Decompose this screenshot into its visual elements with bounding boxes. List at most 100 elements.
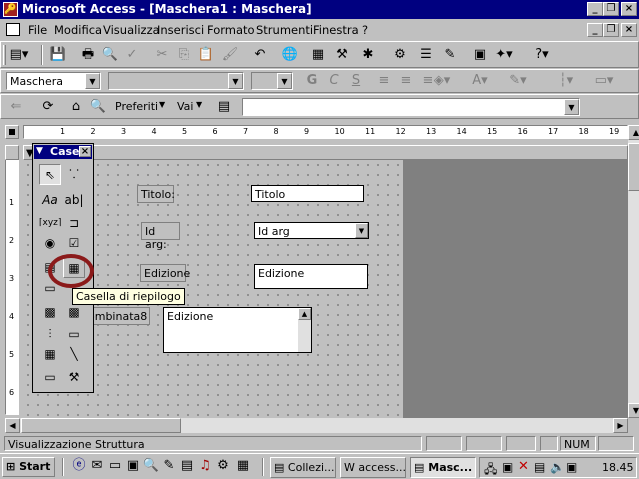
more-controls-icon[interactable]: ⚒ — [63, 367, 85, 388]
select-objects-icon[interactable]: ⇖ — [39, 164, 61, 185]
option-button-icon[interactable]: ◉ — [39, 233, 61, 254]
line-tool-icon[interactable]: ╲ — [63, 344, 85, 365]
align-left-icon[interactable]: ≡ — [373, 70, 395, 92]
task-collezioni[interactable]: ▤ Collezi... — [270, 457, 336, 478]
control-wizards-icon[interactable]: ⸪ — [63, 164, 85, 185]
menu-strumenti[interactable]: Strumenti — [256, 23, 313, 37]
new-object-icon[interactable]: ✦▾ — [493, 44, 515, 66]
minimize-button[interactable]: _ — [587, 2, 603, 16]
toolbox-close-button[interactable]: × — [79, 146, 91, 157]
hyperlink-icon[interactable]: 🌐 — [279, 44, 301, 66]
show-only-web-toolbar-icon[interactable]: ▤ — [213, 96, 235, 118]
home-icon[interactable]: ⌂ — [65, 96, 87, 118]
textbox-edizione[interactable]: Edizione — [254, 264, 368, 289]
line-color-icon[interactable]: ✎▾ — [507, 70, 529, 92]
mdi-close-button[interactable]: × — [621, 23, 637, 37]
field-list-icon[interactable]: ▦ — [307, 44, 329, 66]
menu-help[interactable]: ? — [362, 23, 368, 37]
object-select[interactable]: Maschera ▼ — [6, 72, 101, 90]
menu-visualizza[interactable]: Visualizza — [103, 23, 160, 37]
print-preview-icon[interactable]: 🔍 — [99, 44, 121, 66]
tray-error-icon[interactable]: ✕ — [518, 459, 529, 474]
undo-icon[interactable]: ↶ — [249, 44, 271, 66]
menu-formato[interactable]: Formato — [207, 23, 255, 37]
format-painter-icon[interactable]: 🖌 — [219, 44, 241, 66]
detail-section-bar[interactable]: ▼ — [23, 145, 628, 160]
textbox-tool-icon[interactable]: ab| — [63, 190, 85, 211]
dropdown-arrow-icon[interactable]: ▼ — [564, 99, 579, 115]
builder-icon[interactable]: ✎ — [439, 44, 461, 66]
save-icon[interactable]: 💾 — [47, 44, 69, 66]
line-width-icon[interactable]: ┆▾ — [555, 70, 577, 92]
scroll-right-icon[interactable]: ▶ — [613, 418, 628, 433]
mdi-restore-button[interactable]: ❐ — [603, 23, 619, 37]
tab-control-icon[interactable]: ▭ — [63, 324, 85, 345]
mdi-minimize-button[interactable]: _ — [587, 23, 603, 37]
close-button[interactable]: × — [621, 2, 637, 16]
task-access-doc[interactable]: W access... — [340, 457, 406, 478]
font-select[interactable]: ▼ — [108, 72, 244, 90]
dropdown-arrow-icon[interactable]: ▼ — [159, 100, 165, 109]
vertical-ruler[interactable]: 1 2 3 4 5 6 — [5, 145, 19, 415]
menu-file[interactable]: File — [28, 23, 47, 37]
start-button[interactable]: ⊞ Start — [2, 457, 55, 477]
copy-icon[interactable]: ⎘ — [173, 44, 195, 66]
horizontal-scroll-thumb[interactable] — [21, 418, 181, 433]
listbox-edizione[interactable]: Edizione ▲ — [163, 307, 312, 353]
combobox-id-arg[interactable]: Id arg ▼ — [254, 222, 369, 239]
menu-inserisci[interactable]: Inserisci — [157, 23, 204, 37]
preferiti-menu[interactable]: Preferiti — [115, 100, 158, 113]
task-maschera[interactable]: ▤ Masc... — [410, 457, 476, 478]
menu-finestra[interactable]: Finestra — [313, 23, 359, 37]
check-box-icon[interactable]: ☑ — [63, 233, 85, 254]
print-icon[interactable]: 🖶 — [77, 44, 99, 66]
option-group-icon[interactable]: ⌈xyz⌉ — [39, 213, 61, 234]
dropdown-arrow-icon[interactable]: ▼ — [355, 223, 368, 238]
toggle-button-icon[interactable]: ⊐ — [63, 213, 85, 234]
form-selector[interactable] — [5, 125, 19, 139]
search-web-icon[interactable]: 🔍 — [87, 96, 109, 118]
label-id-arg[interactable]: Id arg: — [141, 222, 180, 251]
scroll-up-icon[interactable]: ▲ — [628, 125, 639, 140]
tray-network-icon[interactable]: 🖧 — [484, 460, 497, 479]
listbox-scrollbar[interactable]: ▲ — [298, 308, 311, 352]
align-center-icon[interactable]: ≡ — [395, 70, 417, 92]
spelling-icon[interactable]: ✓ — [121, 44, 143, 66]
dropdown-arrow-icon[interactable]: ▼ — [277, 73, 292, 89]
dropdown-arrow-icon[interactable]: ▼ — [85, 73, 100, 89]
scroll-left-icon[interactable]: ◀ — [5, 418, 20, 433]
toolbox-titlebar[interactable]: ▼ Case × — [34, 145, 92, 159]
unbound-object-icon[interactable]: ▩ — [63, 302, 85, 323]
refresh-icon[interactable]: ⟳ — [37, 96, 59, 118]
properties-icon[interactable]: ☰ — [415, 44, 437, 66]
vai-menu[interactable]: Vai — [177, 100, 193, 113]
label-tool-icon[interactable]: Aa — [39, 190, 61, 211]
address-field[interactable]: ▼ — [242, 98, 580, 116]
cut-icon[interactable]: ✂ — [151, 44, 173, 66]
tray-icon[interactable]: ▣ — [566, 460, 577, 474]
image-icon[interactable]: ▩ — [39, 302, 61, 323]
code-icon[interactable]: ⚙ — [389, 44, 411, 66]
label-titolo[interactable]: Titolo: — [137, 185, 175, 203]
vertical-scrollbar[interactable]: ▲ ▼ — [628, 125, 639, 418]
tray-icon[interactable]: ▤ — [534, 460, 545, 474]
textbox-titolo[interactable]: Titolo — [251, 185, 364, 202]
quicklaunch-icon[interactable]: ▦ — [232, 455, 254, 477]
autoformat-icon[interactable]: ✱ — [357, 44, 379, 66]
rectangle-tool-icon[interactable]: ▭ — [39, 367, 61, 388]
back-icon[interactable]: ⇐ — [5, 96, 27, 118]
subform-icon[interactable]: ▦ — [39, 344, 61, 365]
access-key-icon[interactable]: 🔑 — [3, 2, 18, 17]
horizontal-scrollbar[interactable]: ◀ ▶ — [5, 418, 628, 433]
label-edizione[interactable]: Edizione — [140, 264, 190, 282]
bold-icon[interactable]: G — [301, 70, 323, 92]
special-effect-icon[interactable]: ▭▾ — [593, 70, 615, 92]
underline-icon[interactable]: S — [345, 70, 367, 92]
tray-icon[interactable]: ▣ — [502, 460, 513, 474]
view-icon[interactable]: ▤▾ — [8, 44, 30, 66]
scroll-down-icon[interactable]: ▼ — [628, 403, 639, 418]
menu-modifica[interactable]: Modifica — [54, 23, 102, 37]
volume-icon[interactable]: 🔈 — [550, 460, 565, 474]
toolbox-menu-arrow-icon[interactable]: ▼ — [36, 146, 43, 156]
dropdown-arrow-icon[interactable]: ▼ — [228, 73, 243, 89]
